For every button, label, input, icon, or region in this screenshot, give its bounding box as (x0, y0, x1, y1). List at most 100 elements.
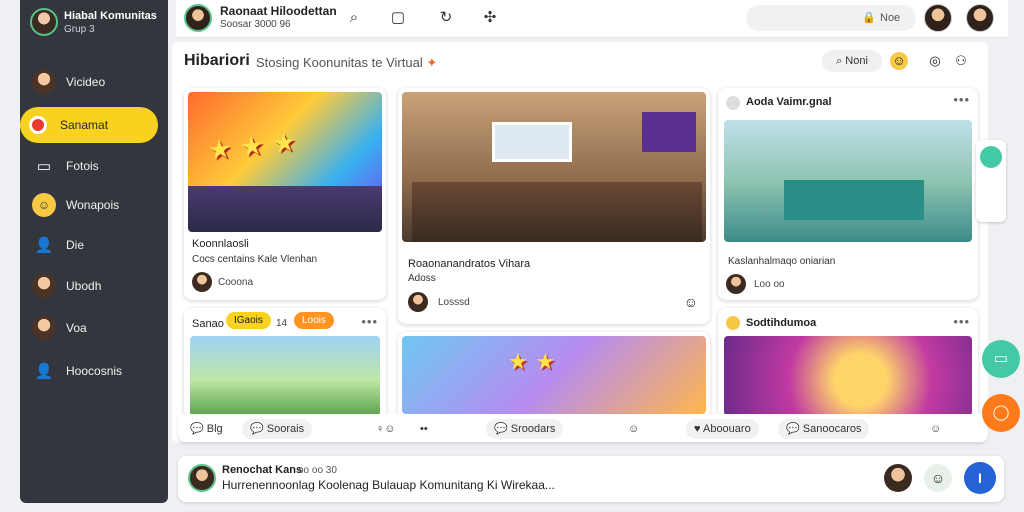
side-widget[interactable] (976, 140, 1006, 222)
post-image (190, 336, 380, 416)
card-subtitle: Adoss (408, 273, 436, 284)
post-card[interactable]: ★ ★ ★ Koonnlaosli Cocs centains Kale Vle… (184, 88, 386, 300)
user-icon: 👤 (34, 237, 54, 254)
action-label: Sanoocaros (802, 423, 862, 435)
sidebar-item-member-1[interactable]: Ubodh (26, 268, 160, 304)
lock-icon: 🔒 (862, 12, 876, 24)
header-controls: ⌕ Noni ☺ ◎ ⚇ (822, 50, 972, 74)
more-icon[interactable]: ••• (953, 314, 970, 329)
settings-icon[interactable]: ✣ (480, 8, 500, 28)
avatar-icon (980, 146, 1002, 168)
emoji-icon: ☺ (32, 193, 56, 217)
sidebar: Hiabal Komunitas Grup 3 Vicideo Sanamat … (20, 0, 168, 503)
profile-avatar-2[interactable] (966, 4, 994, 32)
page-subtitle: Stosing Koonunitas te Virtual ✦ (256, 55, 437, 71)
message-input[interactable]: Hurrenennoonlag Koolenag Bulauap Komunit… (222, 478, 555, 492)
sidebar-item-label: Sanamat (60, 118, 109, 132)
sticker-icon[interactable]: ☺ (924, 464, 952, 492)
profile-avatar[interactable] (924, 4, 952, 32)
sidebar-item-emoji[interactable]: ☺ Wonapois (26, 187, 160, 223)
action-label: Sroodars (510, 423, 556, 435)
avatar-icon (32, 316, 56, 340)
refresh-icon[interactable]: ↻ (436, 8, 456, 28)
sidebar-header[interactable]: Hiabal Komunitas Grup 3 (28, 6, 164, 40)
user-avatar[interactable] (184, 4, 212, 32)
sidebar-item-more[interactable]: 👤 Hoocosnis (26, 353, 160, 389)
sidebar-item-label: Voa (66, 321, 87, 335)
action-label: Aboouaro (702, 423, 751, 435)
action-label: Soorais (266, 423, 305, 435)
reaction-icon[interactable]: ☺ (930, 419, 941, 439)
window-graphic (492, 122, 572, 162)
post-card[interactable]: ★ ★ (398, 332, 710, 418)
more-icon[interactable]: •• (420, 419, 428, 439)
card-title: Aoda Vaimr.gnal (746, 96, 832, 108)
composer-meta: oo oo 30 (298, 465, 337, 476)
sidebar-item-label: Fotois (66, 159, 99, 173)
video-icon[interactable]: ▢ (388, 8, 408, 28)
tag-pill[interactable]: Loois (294, 312, 334, 329)
post-image: ★ ★ ★ (188, 92, 382, 232)
card-meta: 14 (276, 318, 288, 329)
topbar-search[interactable]: 🔒 Noe (746, 5, 916, 31)
post-image (402, 92, 706, 242)
post-card[interactable]: Sanao IGaois 14 Loois ••• (184, 308, 386, 418)
card-title: Koonnlaosli (192, 238, 249, 250)
sidebar-item-active[interactable]: Sanamat (20, 107, 158, 143)
card-title: Sodtihdumoa (746, 317, 817, 329)
emoji-icon (726, 316, 740, 330)
send-button[interactable]: I (964, 462, 996, 494)
topbar: Raonaat Hiloodettan Soosar 3000 96 ⌕ ▢ ↻… (176, 0, 1008, 38)
sidebar-title: Hiabal Komunitas (64, 10, 157, 22)
emoji-icon[interactable]: ☺ (890, 52, 908, 70)
tag-pill[interactable]: IGaois (226, 312, 271, 329)
user-icon[interactable]: ⚇ (952, 52, 970, 70)
card-meta: Cooona (218, 277, 254, 288)
page-subtitle-text: Stosing Koonunitas te Virtual (256, 55, 423, 70)
sidebar-item-photos[interactable]: ▭ Fotois (26, 148, 160, 184)
author-avatar[interactable] (408, 292, 428, 312)
table-graphic (412, 182, 702, 242)
user-icon: 👤 (34, 363, 54, 380)
post-card[interactable]: Roaonanandratos Vihara Adoss Losssd ☺ (398, 88, 710, 324)
card-subtitle: Kaslanhalmaqo oniarian (728, 256, 836, 267)
search-button-label: Noni (845, 55, 868, 67)
reaction-icon[interactable]: ♀☺ (376, 419, 395, 439)
sidebar-item-label: Hoocosnis (66, 364, 123, 378)
post-card[interactable]: Aoda Vaimr.gnal ••• Kaslanhalmaqo oniari… (718, 88, 978, 300)
sidebar-item-member-2[interactable]: Voa (26, 310, 160, 346)
post-image (724, 336, 972, 416)
chat-fab[interactable]: ▭ (982, 340, 1020, 378)
post-card[interactable]: Sodtihdumoa ••• (718, 308, 978, 418)
sidebar-item-video[interactable]: Vicideo (26, 64, 160, 100)
search-icon[interactable]: ⌕ (344, 8, 364, 28)
author-avatar[interactable] (726, 274, 746, 294)
share-button[interactable]: 💬 Soorais (242, 419, 313, 439)
sparkle-icon: ✦ (426, 55, 438, 70)
more-icon[interactable]: ••• (953, 92, 970, 107)
topbar-subtitle: Soosar 3000 96 (220, 19, 291, 30)
author-avatar[interactable] (192, 272, 212, 292)
group-avatar (30, 8, 58, 36)
emoji-icon[interactable]: ☺ (684, 294, 698, 310)
sidebar-item-label: Ubodh (66, 279, 102, 293)
target-icon[interactable]: ◎ (926, 52, 944, 70)
post-image (724, 120, 972, 242)
react-button[interactable]: ♥ Aboouaro (686, 419, 759, 439)
screen-graphic (642, 112, 696, 152)
comment-button[interactable]: 💬 Blg (190, 419, 223, 439)
reaction-icon[interactable]: ☺ (628, 419, 639, 439)
more-icon[interactable]: ••• (361, 314, 378, 329)
share-button[interactable]: 💬 Sanoocaros (778, 419, 870, 439)
record-fab[interactable]: ◯ (982, 394, 1020, 432)
image-graphic: ★ ★ (508, 350, 556, 375)
sidebar-item-label: Wonapois (66, 198, 120, 212)
share-button[interactable]: 💬 Sroodars (486, 419, 564, 439)
record-icon (29, 116, 47, 134)
sidebar-item-user[interactable]: 👤 Die (26, 227, 160, 263)
post-image: ★ ★ (402, 336, 706, 414)
member-avatar[interactable] (884, 464, 912, 492)
search-button[interactable]: ⌕ Noni (822, 50, 882, 72)
user-avatar[interactable] (188, 464, 216, 492)
avatar-icon (32, 70, 56, 94)
